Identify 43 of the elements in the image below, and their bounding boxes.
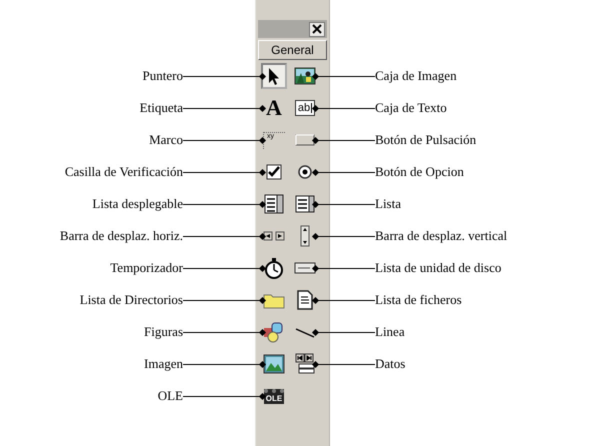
- tool-label: Casilla de Verificación: [64, 164, 183, 180]
- tool-label: Temporizador: [110, 260, 183, 276]
- general-tab[interactable]: General: [258, 40, 327, 60]
- textbox-tool-button[interactable]: ab: [292, 95, 318, 121]
- tool-label: Lista de unidad de disco: [375, 260, 502, 276]
- tool-label: OLE: [158, 388, 183, 404]
- leader-line: [313, 298, 375, 302]
- tool-label: Botón de Pulsación: [375, 132, 476, 148]
- leader-line: [313, 106, 375, 110]
- list-icon: [294, 193, 316, 215]
- tool-label: Lista de Directorios: [80, 292, 183, 308]
- leader-line: [313, 330, 375, 334]
- tool-label: Caja de Imagen: [375, 68, 457, 84]
- leader-line: [313, 362, 375, 366]
- tool-button[interactable]: [261, 63, 287, 89]
- leader-line: [313, 170, 375, 174]
- tool-label: Lista desplegable: [92, 196, 183, 212]
- tool-label: Puntero: [142, 68, 183, 84]
- leader-line: [313, 234, 375, 238]
- data-control-icon: [294, 353, 316, 375]
- image-box-icon: [294, 65, 316, 87]
- tool-label: Caja de Texto: [375, 100, 447, 116]
- leader-line: [313, 202, 375, 206]
- leader-line: [313, 266, 375, 270]
- image-icon: [263, 353, 285, 375]
- tool-label: Lista de ficheros: [375, 292, 462, 308]
- tool-label: Lista: [375, 196, 401, 212]
- tool-label: Botón de Opcion: [375, 164, 464, 180]
- tool-label: Datos: [375, 356, 406, 372]
- tool-label: Imagen: [144, 356, 183, 372]
- close-icon[interactable]: [309, 22, 325, 36]
- leader-line: [313, 138, 375, 142]
- leader-line: [313, 74, 375, 78]
- label-tool-button[interactable]: A: [261, 95, 287, 121]
- tool-label: Barra de desplaz. vertical: [375, 228, 508, 244]
- tool-label: Figuras: [144, 324, 183, 340]
- combo-list-icon: [263, 193, 285, 215]
- tool-label: Barra de desplaz. horiz.: [60, 228, 183, 244]
- tool-label: Etiqueta: [140, 100, 183, 116]
- tool-label: Linea: [375, 324, 405, 340]
- tool-label: Marco: [149, 132, 183, 148]
- stopwatch-icon: [263, 257, 285, 279]
- shapes-icon: [263, 321, 285, 343]
